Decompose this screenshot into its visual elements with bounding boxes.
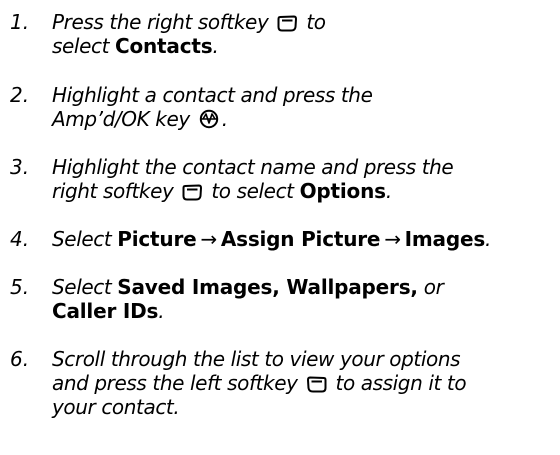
bold-term: Caller IDs xyxy=(52,299,159,323)
step-text: Scroll through the list to view your opt… xyxy=(52,347,467,419)
step-text: Highlight the contact name and press the… xyxy=(52,155,454,203)
bold-term: Images xyxy=(404,227,486,251)
right-softkey-icon xyxy=(277,15,298,32)
arrow-icon: → xyxy=(384,227,401,251)
bold-term: Picture xyxy=(117,227,197,251)
step-2: 2. Highlight a contact and press the Amp… xyxy=(0,83,560,131)
step-text: Highlight a contact and press the Amp’d/… xyxy=(52,83,373,131)
step-6: 6. Scroll through the list to view your … xyxy=(0,347,560,419)
step-text: Press the right softkey to select Contac… xyxy=(52,10,326,58)
bold-term: Options xyxy=(299,179,386,203)
bold-term: Contacts xyxy=(115,34,213,58)
step-1: 1. Press the right softkey to select Con… xyxy=(0,10,560,58)
bold-term: Assign Picture xyxy=(220,227,381,251)
amp-ok-key-icon xyxy=(199,109,219,129)
step-text: Select Picture → Assign Picture → Images. xyxy=(52,227,492,251)
step-4: 4. Select Picture → Assign Picture → Images. xyxy=(0,227,560,251)
step-3: 3. Highlight the contact name and press … xyxy=(0,155,560,203)
left-softkey-icon xyxy=(306,376,327,393)
step-number: 6. xyxy=(10,347,30,371)
step-number: 2. xyxy=(10,83,30,107)
step-text: Select Saved Images, Wallpapers, or Call… xyxy=(52,275,444,323)
instruction-steps: 1. Press the right softkey to select Con… xyxy=(0,0,560,455)
right-softkey-icon xyxy=(182,184,203,201)
step-number: 1. xyxy=(10,10,30,34)
bold-term: Saved Images, Wallpapers, xyxy=(117,275,418,299)
step-5: 5. Select Saved Images, Wallpapers, or C… xyxy=(0,275,560,323)
step-number: 3. xyxy=(10,155,30,179)
step-number: 4. xyxy=(10,227,30,251)
arrow-icon: → xyxy=(200,227,217,251)
step-number: 5. xyxy=(10,275,30,299)
